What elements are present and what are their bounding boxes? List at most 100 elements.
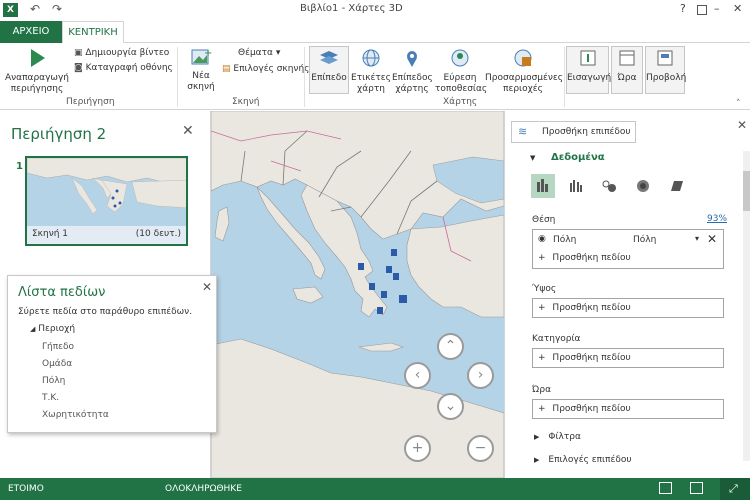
help-icon[interactable]: ? [680, 2, 686, 15]
filters-label: Φίλτρα [548, 432, 581, 442]
add-location-field-button[interactable]: + Προσθήκη πεδίου [538, 253, 631, 263]
zoom-out-button[interactable]: − [467, 435, 494, 462]
category-field-well[interactable]: + Προσθήκη πεδίου [532, 348, 724, 368]
find-location-label-2: τοποθεσίας [435, 84, 488, 94]
create-video-button[interactable]: ▣ Δημιουργία βίντεο [74, 48, 169, 58]
custom-regions-label-1: Προσαρμοσμένες [485, 73, 564, 83]
restore-icon[interactable] [697, 5, 707, 15]
location-field-well[interactable]: ◉ Πόλη Πόλη ▾ ✕ + Προσθήκη πεδίου [532, 229, 724, 269]
heat-map-button[interactable] [631, 174, 655, 198]
undo-icon[interactable]: ↶ [30, 2, 40, 16]
themes-label: Θέματα [238, 48, 273, 58]
scene-options-button[interactable]: ▤ Επιλογές σκηνής [222, 64, 309, 74]
pan-down-button[interactable]: ⌄ [437, 393, 464, 420]
fullscreen-button[interactable]: ⤢ [720, 478, 750, 500]
clustered-column-button[interactable] [564, 174, 588, 198]
minimize-button[interactable]: – [714, 2, 720, 15]
insert-pane-button[interactable]: Εισαγωγή [566, 46, 611, 94]
remove-field-icon[interactable]: ✕ [707, 232, 717, 246]
layer-pane-button[interactable]: Επίπεδο [309, 46, 349, 94]
map-marker[interactable] [393, 273, 399, 280]
list-item[interactable]: Γήπεδο [42, 339, 109, 356]
tab-home[interactable]: ΚΕΝΤΡΙΚΗ [62, 21, 124, 44]
scrollbar-thumb[interactable] [743, 171, 750, 211]
map-labels-button[interactable]: Ετικέτες χάρτη [351, 47, 391, 95]
collapse-ribbon-icon[interactable]: ˄ [736, 99, 741, 109]
new-scene-label-1: Νέα [192, 71, 210, 81]
list-item[interactable]: Πόλη [42, 373, 109, 390]
map-marker[interactable] [386, 266, 392, 273]
zoom-in-button[interactable]: + [404, 435, 431, 462]
map-canvas [211, 111, 504, 478]
fit-view-icon[interactable] [690, 482, 703, 494]
map-marker[interactable] [369, 283, 375, 290]
layers-icon [320, 51, 338, 64]
region-icon [671, 181, 683, 191]
height-field-well[interactable]: + Προσθήκη πεδίου [532, 298, 724, 318]
play-tour-button[interactable]: Αναπαραγωγή περιήγησης [4, 47, 70, 95]
add-layer-button[interactable]: ≋ Προσθήκη επιπέδου [511, 121, 636, 143]
flat-map-button[interactable]: Επίπεδος χάρτης [392, 47, 433, 95]
find-location-icon [451, 49, 469, 67]
close-button[interactable]: ✕ [733, 2, 742, 15]
tab-file[interactable]: ΑΡΧΕΙΟ [0, 21, 62, 43]
themes-button[interactable]: Θέματα ▾ [238, 48, 280, 58]
group-separator [177, 47, 178, 107]
dropdown-arrow-icon[interactable]: ▾ [695, 234, 699, 243]
capture-screen-button[interactable]: ◙ Καταγραφή οθόνης [74, 63, 173, 73]
group-label-tour: Περιήγηση [66, 97, 115, 107]
status-completed: ΟΛΟΚΛΗΡΩΘΗΚΕ [165, 484, 242, 494]
bubble-button[interactable] [597, 174, 621, 198]
map-marker[interactable] [358, 263, 364, 270]
map-marker[interactable] [381, 291, 387, 298]
close-field-list-icon[interactable]: ✕ [202, 280, 212, 294]
filters-section[interactable]: ▶ Φίλτρα [534, 432, 581, 442]
list-item[interactable]: Χωρητικότητα [42, 407, 109, 424]
table-node[interactable]: ◢ Περιοχή [30, 324, 75, 334]
clustered-column-icon [570, 180, 582, 192]
window-title: Βιβλίο1 - Χάρτες 3D [300, 3, 403, 14]
list-item[interactable]: Ομάδα [42, 356, 109, 373]
add-layer-label: Προσθήκη επιπέδου [542, 127, 631, 137]
scene-name: Σκηνή 1 [32, 229, 69, 239]
radio-selected-icon[interactable]: ◉ [538, 234, 546, 244]
pan-up-button[interactable]: ⌃ [437, 333, 464, 360]
new-scene-button[interactable]: + Νέα σκηνή [184, 47, 218, 93]
scene-thumbnail[interactable]: Σκηνή 1 (10 δευτ.) [25, 156, 188, 246]
pan-left-button[interactable]: ‹ [404, 362, 431, 389]
time-field-well[interactable]: + Προσθήκη πεδίου [532, 399, 724, 419]
data-section-toggle-icon[interactable]: ▼ [530, 154, 535, 162]
dropdown-arrow-icon: ▾ [275, 48, 281, 58]
pan-right-button[interactable]: › [467, 362, 494, 389]
region-button[interactable] [665, 174, 689, 198]
add-layer-icon: ≋ [518, 125, 528, 138]
globe-labels-icon [362, 49, 380, 67]
close-layer-pane-icon[interactable]: ✕ [737, 118, 747, 132]
redo-icon[interactable]: ↷ [52, 2, 62, 16]
map-viewport[interactable]: ⌃ ‹ › ⌄ + − [211, 111, 504, 478]
close-tour-pane-icon[interactable]: ✕ [182, 123, 194, 139]
group-separator [304, 47, 305, 107]
location-type-select[interactable]: Πόλη [633, 235, 656, 245]
location-field-row[interactable]: ◉ Πόλη Πόλη ▾ ✕ [533, 230, 723, 249]
scene-caption: Σκηνή 1 (10 δευτ.) [27, 226, 186, 244]
plus-icon: + [538, 353, 546, 363]
new-scene-icon: + [191, 48, 212, 65]
time-pane-button[interactable]: Ώρα [611, 46, 643, 94]
view-pane-button[interactable]: Προβολή [645, 46, 686, 94]
find-location-button[interactable]: Εύρεση τοποθεσίας [435, 47, 488, 95]
map-marker[interactable] [377, 307, 383, 314]
create-video-label: Δημιουργία βίντεο [85, 48, 170, 58]
screen-mode-icon[interactable] [659, 482, 672, 494]
layer-options-section[interactable]: ▶ Επιλογές επιπέδου [534, 455, 632, 465]
scrollbar[interactable] [743, 151, 750, 461]
custom-regions-icon [514, 49, 532, 67]
location-confidence-link[interactable]: 93% [707, 214, 727, 224]
flat-map-label-1: Επίπεδος [392, 73, 433, 83]
flat-map-icon [407, 51, 417, 67]
map-marker[interactable] [399, 295, 407, 303]
custom-regions-button[interactable]: Προσαρμοσμένες περιοχές [485, 47, 564, 95]
stacked-column-button[interactable] [531, 174, 555, 198]
list-item[interactable]: Τ.Κ. [42, 390, 109, 407]
map-marker[interactable] [391, 249, 397, 256]
